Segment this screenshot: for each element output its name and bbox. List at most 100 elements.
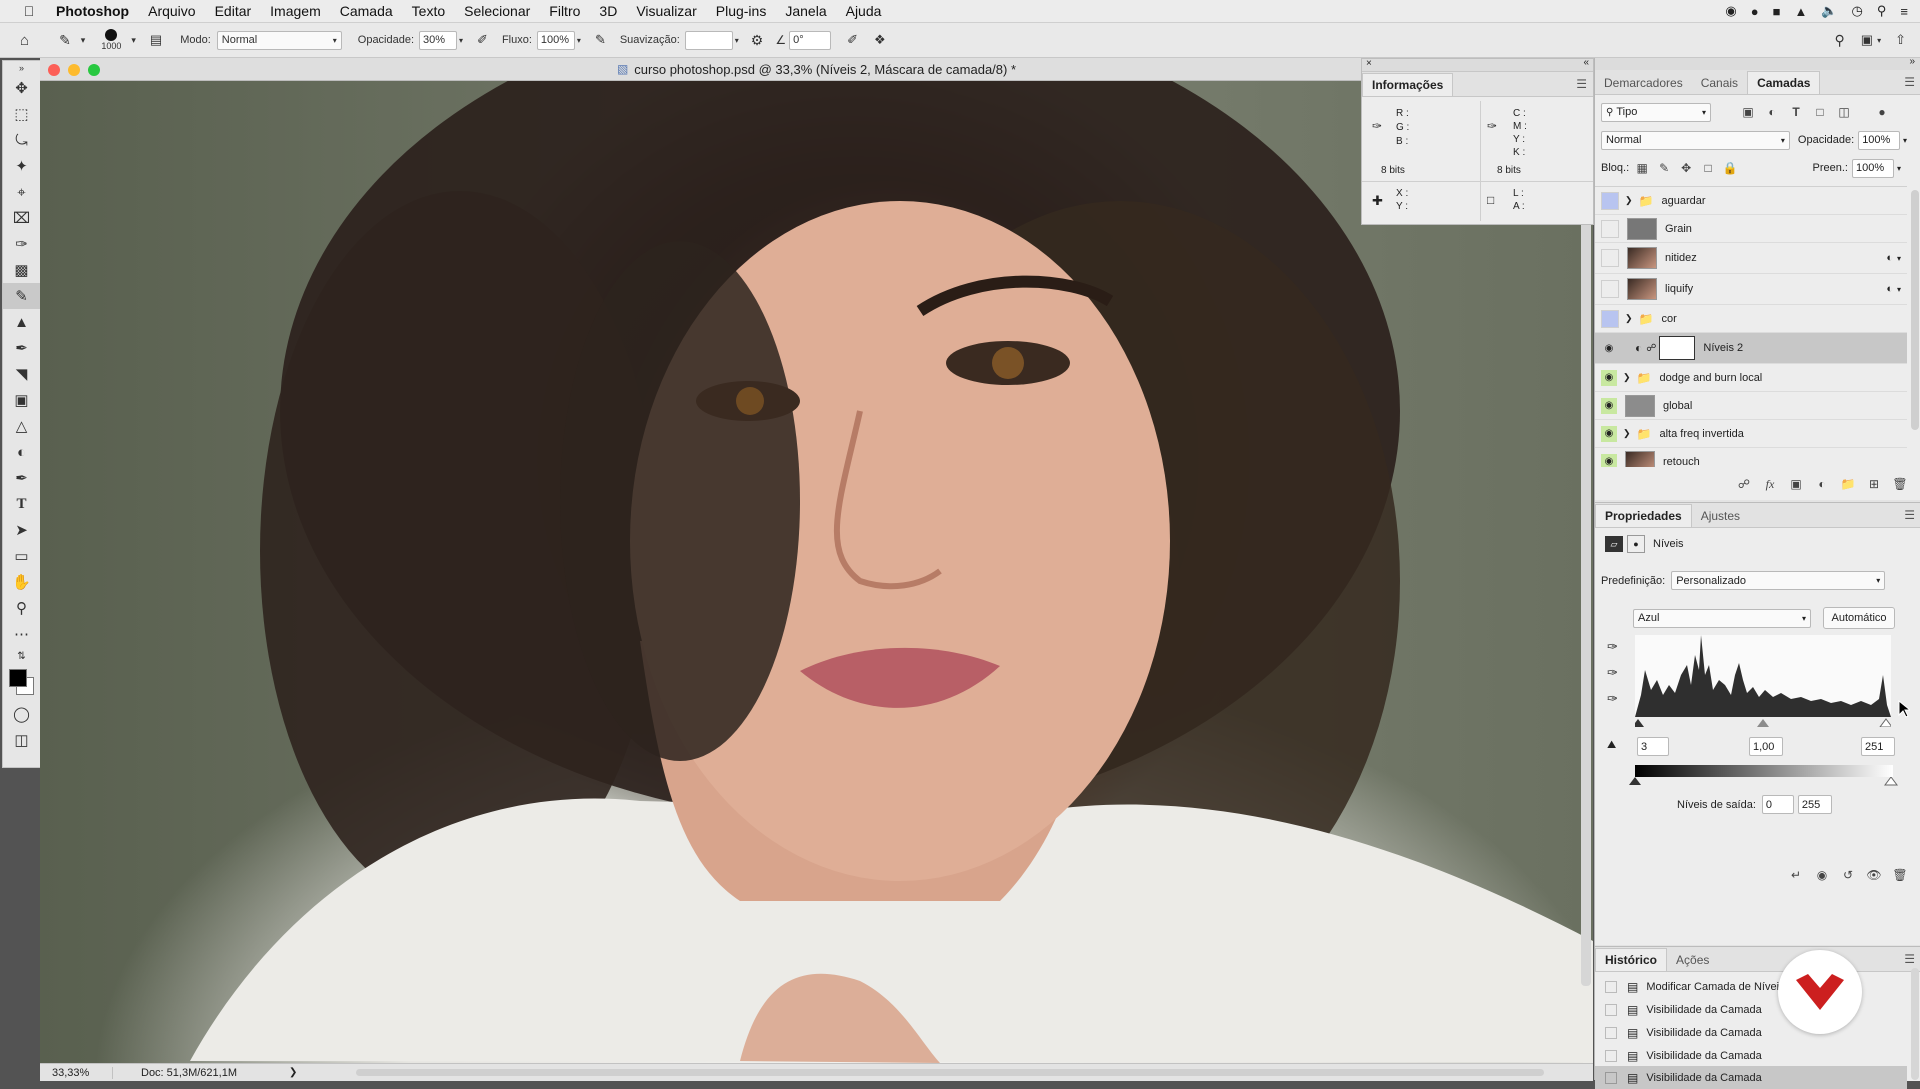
tab-ajustes[interactable]: Ajustes xyxy=(1692,505,1749,527)
output-black-slider[interactable] xyxy=(1629,777,1641,785)
apple-icon[interactable]:  xyxy=(18,3,40,19)
menu-app[interactable]: Photoshop xyxy=(56,3,129,19)
search-icon[interactable]: ⚲ xyxy=(1877,3,1887,19)
record-icon[interactable]: ◉ xyxy=(1725,3,1736,19)
menu-selecionar[interactable]: Selecionar xyxy=(464,3,530,19)
home-icon[interactable]: ⌂ xyxy=(20,32,29,49)
fill-arrow-icon[interactable]: ▾ xyxy=(1897,164,1901,173)
horizontal-scrollbar[interactable] xyxy=(356,1069,1544,1076)
smart-filter-icon[interactable]: ◐ xyxy=(1886,252,1893,264)
control-center-icon[interactable]: ≡ xyxy=(1900,4,1908,19)
brush-tool-icon[interactable]: ✎ xyxy=(3,283,40,309)
menu-plugins[interactable]: Plug-ins xyxy=(716,3,767,19)
tab-historico[interactable]: Histórico xyxy=(1595,948,1668,971)
visibility-toggle[interactable] xyxy=(1601,249,1619,267)
chevron-right-icon[interactable]: ❯ xyxy=(1625,313,1633,324)
eyedropper-tool-icon[interactable]: ✑ xyxy=(3,231,40,257)
new-layer-icon[interactable]: ⊞ xyxy=(1865,475,1883,493)
tab-propriedades[interactable]: Propriedades xyxy=(1595,504,1692,527)
smoothing-input[interactable] xyxy=(684,30,733,50)
add-mask-icon[interactable]: ▣ xyxy=(1787,475,1805,493)
zoom-tool-icon[interactable]: ⚲ xyxy=(3,595,40,621)
visibility-toggle[interactable] xyxy=(1601,191,1619,210)
layer-filter-select[interactable]: ⚲ Tipo ▾ xyxy=(1601,102,1711,122)
input-black-slider[interactable] xyxy=(1635,719,1644,727)
expand-effects-icon[interactable]: ▾ xyxy=(1897,254,1901,263)
pen-tool-icon[interactable]: ✒ xyxy=(3,465,40,491)
output-white-field[interactable]: 255 xyxy=(1797,795,1832,814)
delete-layer-icon[interactable]: 🗑 xyxy=(1891,475,1909,493)
close-icon[interactable]: × xyxy=(1366,58,1372,69)
status-menu-arrow-icon[interactable]: ❯ xyxy=(289,1067,297,1078)
history-brush-checkbox[interactable] xyxy=(1605,980,1617,993)
menu-filtro[interactable]: Filtro xyxy=(549,3,580,19)
layer-row[interactable]: liquify ◐ ▾ xyxy=(1595,274,1907,305)
search-tool-icon[interactable]: ⚲ xyxy=(1835,32,1845,49)
menu-camada[interactable]: Camada xyxy=(340,3,393,19)
view-previous-state-icon[interactable]: ◉ xyxy=(1813,866,1831,884)
lasso-tool-icon[interactable]: ⤿ xyxy=(3,127,40,153)
panel-menu-icon[interactable]: ☰ xyxy=(1576,77,1587,91)
pressure-opacity-icon[interactable]: ✐ xyxy=(477,32,488,48)
channel-select[interactable]: Azul ▾ xyxy=(1633,608,1811,628)
layer-row[interactable]: Grain xyxy=(1595,215,1907,243)
visibility-toggle[interactable]: ◉ xyxy=(1601,340,1617,356)
filter-pixel-icon[interactable]: ▣ xyxy=(1739,103,1757,121)
reset-adjustment-icon[interactable]: ↺ xyxy=(1839,866,1857,884)
input-gamma-slider[interactable] xyxy=(1757,719,1769,727)
mask-icon[interactable]: ● xyxy=(1627,535,1645,553)
properties-menu-icon[interactable]: ☰ xyxy=(1904,508,1915,522)
layers-menu-icon[interactable]: ☰ xyxy=(1904,75,1915,89)
zoom-level[interactable]: 33,33% xyxy=(40,1066,113,1079)
filter-smart-object-icon[interactable]: ◫ xyxy=(1835,103,1853,121)
tab-camadas[interactable]: Camadas xyxy=(1747,71,1821,94)
lock-all-icon[interactable]: 🔒 xyxy=(1721,159,1739,177)
lock-position-icon[interactable]: ✥ xyxy=(1677,159,1695,177)
zoom-window-icon[interactable] xyxy=(88,64,100,76)
flow-input[interactable]: 100% xyxy=(536,30,575,50)
layer-row[interactable]: nitidez ◐ ▾ xyxy=(1595,243,1907,274)
move-tool-icon[interactable]: ✥ xyxy=(3,75,40,101)
close-window-icon[interactable] xyxy=(48,64,60,76)
calculate-histogram-icon[interactable]: ⛰ xyxy=(1607,739,1616,752)
screen-mode-icon[interactable]: ◫ xyxy=(3,727,40,753)
history-brush-checkbox[interactable] xyxy=(1605,1049,1617,1062)
menu-imagem[interactable]: Imagem xyxy=(270,3,321,19)
rgb-eyedropper-icon[interactable]: ✑ xyxy=(1372,119,1382,133)
more-tools-icon[interactable]: ⋯ xyxy=(3,621,40,647)
foreground-color-swatch[interactable] xyxy=(9,669,27,687)
chevron-right-icon[interactable]: ❯ xyxy=(1623,428,1631,439)
history-brush-tool-icon[interactable]: ✒ xyxy=(3,335,40,361)
rectangle-tool-icon[interactable]: ▭ xyxy=(3,543,40,569)
opacity-slider-arrow-icon[interactable]: ▾ xyxy=(459,36,463,45)
lock-artboard-icon[interactable]: □ xyxy=(1699,159,1717,177)
new-adjustment-icon[interactable]: ◐ xyxy=(1813,475,1831,493)
share-icon[interactable]: ⇧ xyxy=(1895,32,1906,48)
history-item[interactable]: ▤ Visibilidade da Camada xyxy=(1595,1021,1907,1044)
smart-filter-icon[interactable]: ◐ xyxy=(1886,283,1893,295)
chevron-right-icon[interactable]: ❯ xyxy=(1623,372,1631,383)
layer-row[interactable]: ◉ retouch xyxy=(1595,448,1907,467)
tab-acoes[interactable]: Ações xyxy=(1667,949,1718,971)
dropdown-arrow-icon[interactable]: ▾ xyxy=(81,35,86,46)
color-swatches[interactable] xyxy=(3,665,40,701)
opacity-input[interactable]: 30% xyxy=(419,30,458,50)
image-canvas[interactable] xyxy=(40,81,1593,1063)
filter-shape-icon[interactable]: □ xyxy=(1811,103,1829,121)
brush-tool-icon[interactable]: ✎ xyxy=(59,32,71,49)
type-tool-icon[interactable]: T xyxy=(3,491,40,517)
menu-texto[interactable]: Texto xyxy=(412,3,445,19)
workspace-icon[interactable]: ▣ xyxy=(1861,32,1873,48)
layer-mask-thumbnail[interactable] xyxy=(1659,336,1696,360)
workspace-arrow-icon[interactable]: ▾ xyxy=(1877,36,1881,45)
brush-preset-picker[interactable]: 1000 xyxy=(101,29,121,51)
visibility-toggle[interactable]: ◉ xyxy=(1601,397,1617,414)
clone-stamp-tool-icon[interactable]: ▲ xyxy=(3,309,40,335)
auto-button[interactable]: Automático xyxy=(1823,607,1895,629)
brush-picker-arrow-icon[interactable]: ▾ xyxy=(131,35,136,46)
symmetry-icon[interactable]: ❖ xyxy=(874,32,886,48)
output-black-field[interactable]: 0 xyxy=(1761,795,1794,814)
lock-pixels-icon[interactable]: ✎ xyxy=(1655,159,1673,177)
crop-tool-icon[interactable]: ⌖ xyxy=(3,179,40,205)
layer-row[interactable]: ◉ global xyxy=(1595,392,1907,420)
